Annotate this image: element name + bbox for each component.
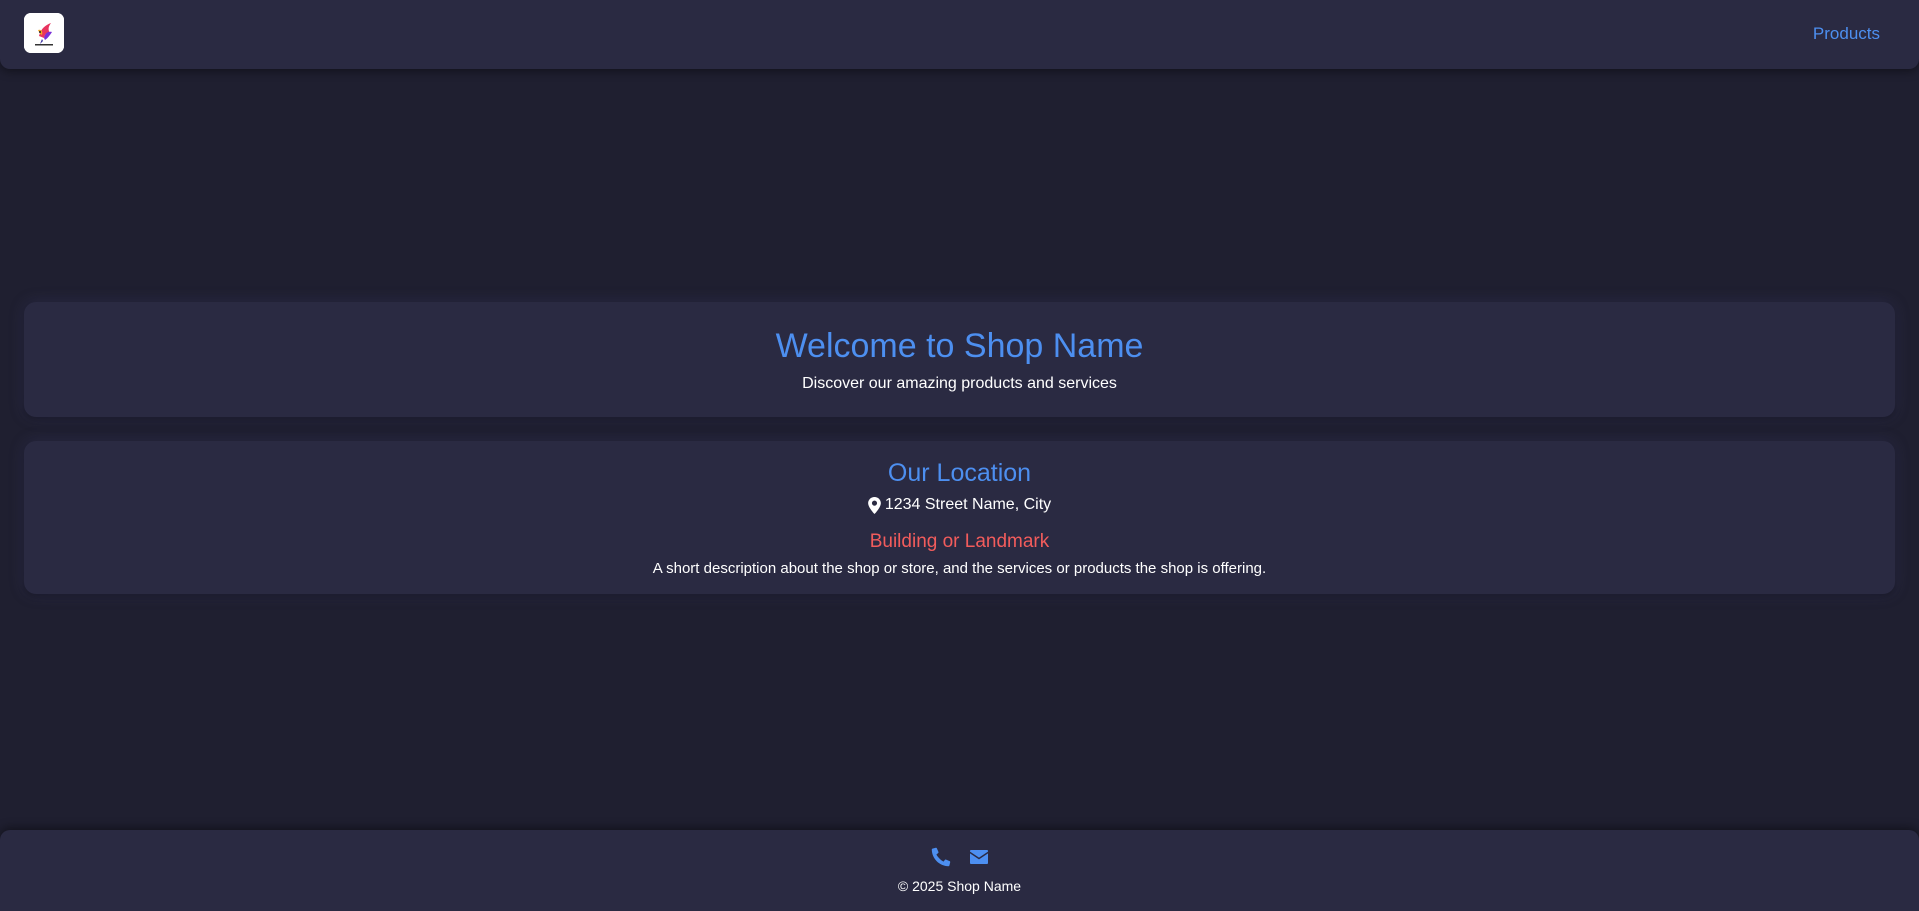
landmark-heading: Building or Landmark [869, 531, 1050, 552]
shop-logo[interactable] [24, 13, 64, 53]
welcome-title: Welcome to Shop Name [775, 327, 1144, 365]
site-header: Products [0, 0, 1919, 69]
site-footer: © 2025 Shop Name [0, 830, 1919, 911]
welcome-subtitle: Discover our amazing products and servic… [802, 375, 1117, 392]
location-title: Our Location [887, 459, 1032, 487]
address-line: 1234 Street Name, City [24, 495, 1895, 515]
bird-logo-icon [24, 13, 64, 53]
footer-contact-icons [0, 847, 1919, 867]
location-card: Our Location 1234 Street Name, City Buil… [24, 441, 1895, 594]
envelope-icon[interactable] [969, 847, 989, 867]
nav-products-link[interactable]: Products [1813, 24, 1880, 44]
map-marker-icon [867, 496, 881, 514]
phone-icon[interactable] [931, 847, 951, 867]
address-text: 1234 Street Name, City [884, 496, 1052, 513]
shop-description: A short description about the shop or st… [652, 560, 1267, 577]
welcome-card: Welcome to Shop Name Discover our amazin… [24, 302, 1895, 417]
copyright-text: © 2025 Shop Name [897, 878, 1022, 894]
